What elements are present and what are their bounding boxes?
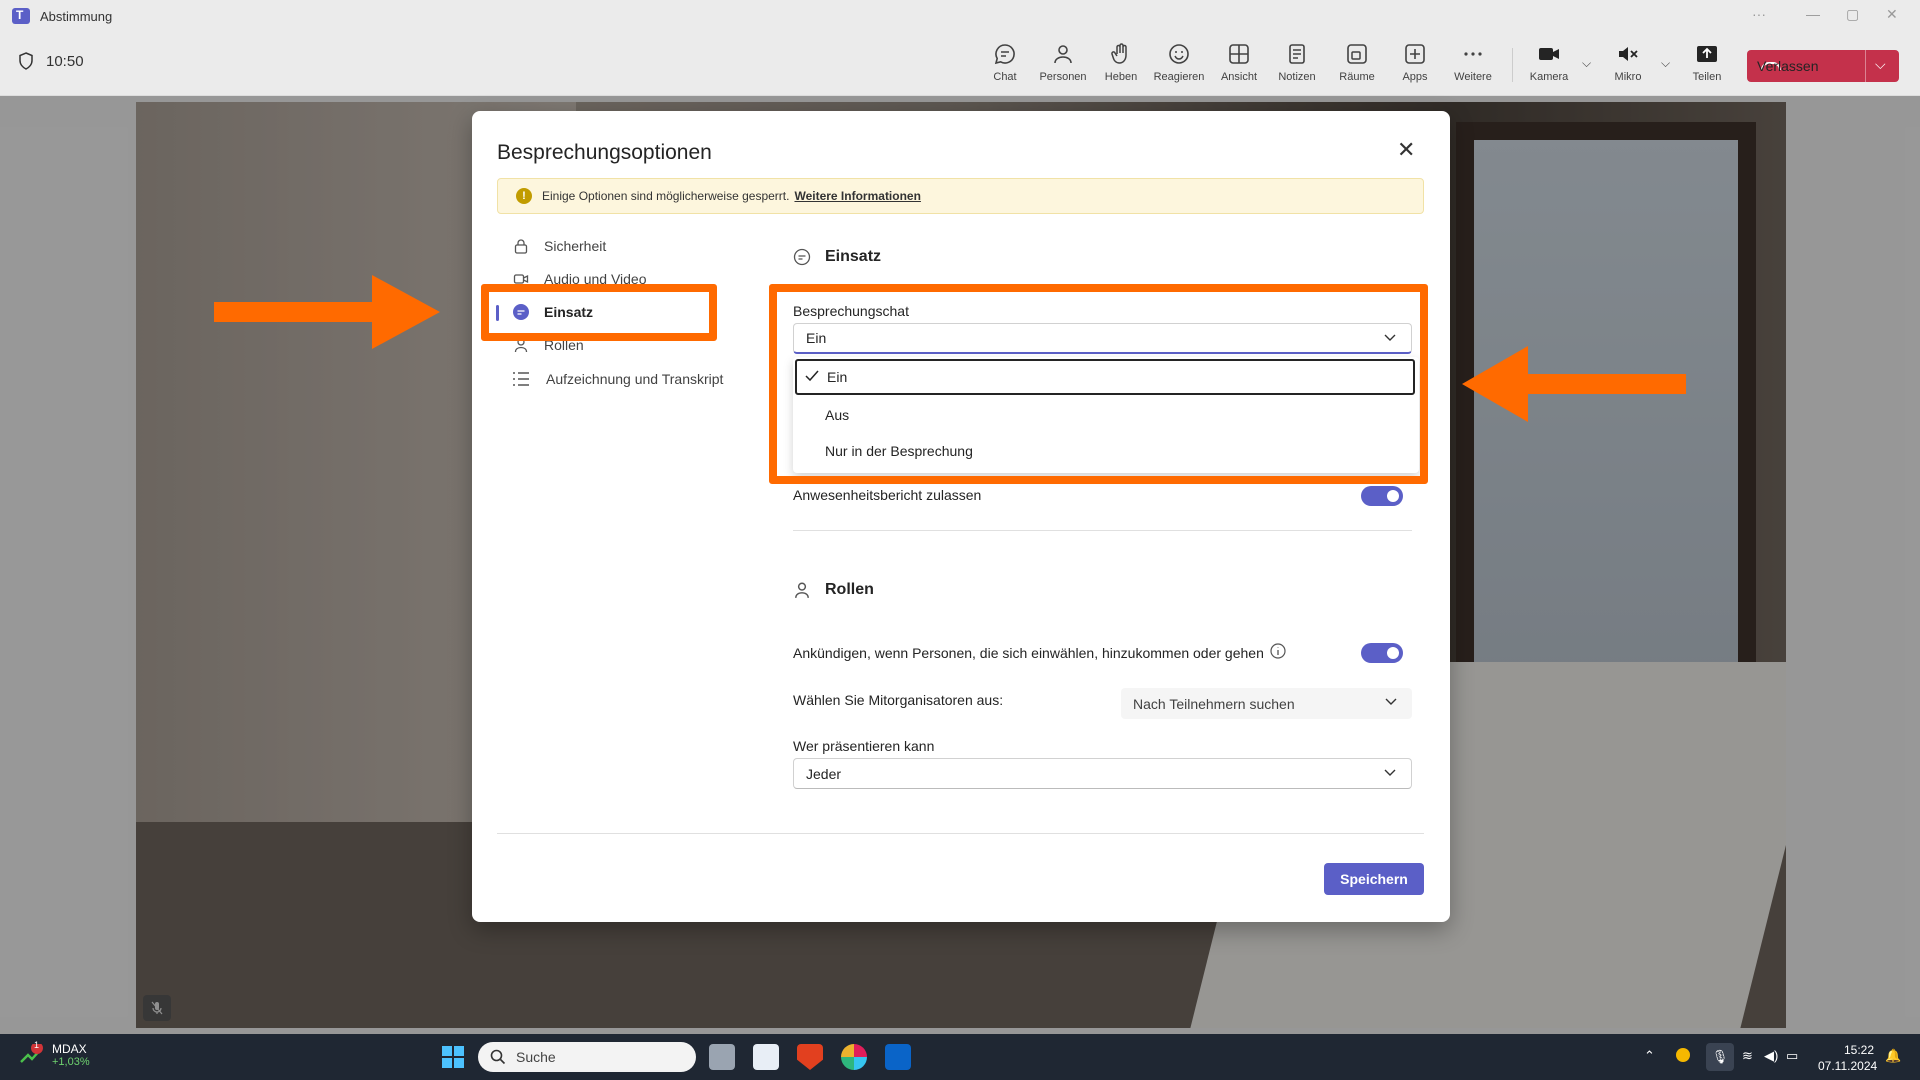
mic-button[interactable]: Mikro (1600, 42, 1656, 83)
security-app-icon[interactable] (797, 1044, 823, 1070)
people-icon (1054, 45, 1072, 64)
info-icon[interactable] (1270, 643, 1286, 662)
meeting-time: 10:50 (46, 52, 84, 70)
onedrive-icon[interactable] (1676, 1048, 1690, 1062)
taskbar: 1 MDAX +1,03% Suche ⌃ 🎙 ≋ ◀) ▭ 15:22 07.1… (0, 1034, 1920, 1080)
chevron-down-icon (1383, 765, 1397, 782)
camera-icon (1539, 48, 1559, 60)
outlook-icon[interactable] (885, 1044, 911, 1070)
highlight-box-dropdown (769, 284, 1428, 484)
presenter-select[interactable]: Jeder (793, 758, 1412, 789)
task-view-icon[interactable] (709, 1044, 735, 1070)
camera-options-chevron-icon[interactable]: ⌵ (1582, 56, 1591, 71)
battery-icon[interactable]: ▭ (1786, 1048, 1798, 1064)
notes-icon (1289, 44, 1305, 64)
rooms-button[interactable]: Räume (1329, 42, 1385, 83)
mic-tray-icon[interactable]: 🎙 (1706, 1043, 1734, 1071)
annotation-arrow-right-icon (214, 275, 440, 349)
raise-hand-icon (1111, 43, 1127, 64)
announce-label: Ankündigen, wenn Personen, die sich einw… (793, 644, 1264, 661)
section-rollen-header: Rollen (793, 581, 874, 599)
section-divider (793, 530, 1412, 531)
share-button[interactable]: Teilen (1679, 42, 1735, 83)
coorganizer-label: Wählen Sie Mitorganisatoren aus: (793, 692, 1004, 708)
window-close-button[interactable]: ✕ (1886, 6, 1898, 23)
save-button[interactable]: Speichern (1324, 863, 1424, 895)
apps-icon (1405, 44, 1425, 64)
windows-start-icon[interactable] (440, 1044, 466, 1070)
react-icon (1169, 44, 1189, 64)
react-button[interactable]: Reagieren (1151, 42, 1207, 83)
slack-icon[interactable] (841, 1044, 867, 1070)
window-title: Abstimmung (40, 8, 113, 24)
camera-button[interactable]: Kamera (1521, 42, 1577, 83)
shield-icon (19, 52, 33, 70)
lock-icon (512, 237, 530, 255)
people-button[interactable]: Personen (1035, 42, 1091, 83)
maximize-button[interactable]: ▢ (1846, 6, 1859, 23)
notes-button[interactable]: Notizen (1269, 42, 1325, 83)
share-icon (1697, 46, 1717, 62)
warning-icon: ! (516, 188, 532, 204)
section-einsatz-header: Einsatz (793, 248, 881, 266)
volume-icon[interactable]: ◀) (1764, 1048, 1778, 1064)
meeting-options-dialog: Besprechungsoptionen ✕ ! Einige Optionen… (472, 111, 1450, 922)
chat-button[interactable]: Chat (977, 42, 1033, 83)
stock-name: MDAX (52, 1042, 87, 1056)
apps-button[interactable]: Apps (1387, 42, 1443, 83)
highlight-box-nav (481, 284, 717, 341)
search-icon (490, 1049, 506, 1065)
meeting-timer: 10:50 (18, 52, 84, 70)
dialog-title: Besprechungsoptionen (497, 141, 712, 164)
tray-chevron-up-icon[interactable]: ⌃ (1644, 1048, 1655, 1064)
wifi-icon[interactable]: ≋ (1742, 1048, 1753, 1064)
announce-row: Ankündigen, wenn Personen, die sich einw… (793, 643, 1286, 662)
view-button[interactable]: Ansicht (1211, 42, 1267, 83)
chat-bubble-icon (793, 248, 811, 266)
attendance-label: Anwesenheitsbericht zulassen (793, 487, 982, 503)
raise-hand-button[interactable]: Heben (1093, 42, 1149, 83)
more-button[interactable]: Weitere (1445, 42, 1501, 83)
stock-widget[interactable]: 1 MDAX +1,03% (20, 1040, 90, 1068)
view-icon (1229, 44, 1249, 64)
taskbar-search[interactable]: Suche (478, 1042, 696, 1072)
rooms-icon (1347, 44, 1367, 64)
meeting-toolbar: 10:50 Chat Personen Heben Reagieren Ansi… (0, 32, 1920, 96)
mic-options-chevron-icon[interactable]: ⌵ (1661, 56, 1670, 71)
leave-options-chevron-icon[interactable]: ⌵ (1875, 56, 1886, 73)
warning-text: Einige Optionen sind möglicherweise gesp… (542, 189, 790, 203)
minimize-button[interactable]: — (1806, 6, 1820, 22)
person-icon (795, 582, 809, 598)
teams-logo-icon (12, 8, 30, 24)
coorganizer-search-select[interactable]: Nach Teilnehmern suchen (1121, 688, 1412, 719)
toolbar-divider (1512, 48, 1513, 82)
chevron-down-icon (1384, 694, 1398, 711)
nav-item-aufzeichnung[interactable]: Aufzeichnung und Transkript (512, 370, 723, 388)
warning-banner: ! Einige Optionen sind möglicherweise ge… (497, 178, 1424, 214)
leave-button[interactable]: Verlassen ⌵ (1747, 50, 1899, 82)
stock-change: +1,03% (52, 1056, 90, 1068)
stock-badge: 1 (34, 1040, 40, 1050)
notification-bell-icon[interactable]: 🔔 (1885, 1048, 1901, 1064)
presenter-label: Wer präsentieren kann (793, 738, 935, 754)
list-icon (512, 370, 530, 388)
more-icon (1464, 52, 1482, 56)
annotation-arrow-left-icon (1462, 346, 1686, 422)
mic-muted-icon (1619, 47, 1638, 61)
attendance-toggle[interactable] (1361, 486, 1403, 506)
taskbar-clock[interactable]: 15:22 07.11.2024 (1818, 1042, 1877, 1074)
chart-trend-icon (20, 1044, 43, 1063)
chat-icon (994, 44, 1015, 65)
more-info-link[interactable]: Weitere Informationen (794, 189, 920, 203)
title-bar: Abstimmung ··· — ▢ ✕ (0, 0, 1920, 32)
announce-toggle[interactable] (1361, 643, 1403, 663)
window-more-button[interactable]: ··· (1752, 6, 1766, 22)
close-icon[interactable]: ✕ (1397, 137, 1415, 163)
footer-divider (497, 833, 1424, 834)
nav-item-sicherheit[interactable]: Sicherheit (512, 237, 606, 255)
store-icon[interactable] (753, 1044, 779, 1070)
